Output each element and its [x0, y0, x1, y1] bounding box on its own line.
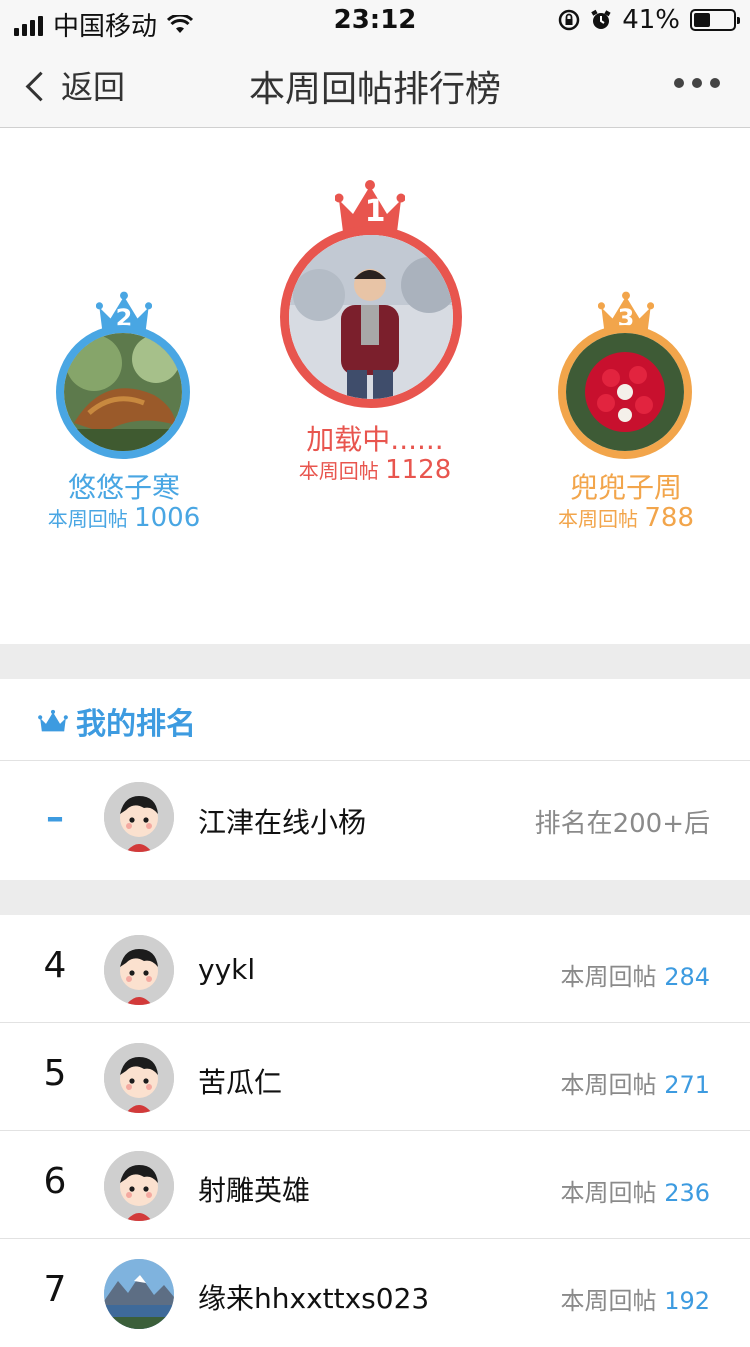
avatar	[104, 1043, 174, 1113]
rank-number: 6	[43, 1161, 67, 1202]
podium-second[interactable]: 2 悠悠子寒 本周回帖 1006	[24, 288, 224, 538]
section-divider	[0, 644, 750, 679]
post-count-label: 本周回帖	[560, 1179, 657, 1207]
post-count-label: 本周回帖	[560, 963, 657, 991]
podium-first[interactable]: 1 加载中...... 本周回帖 1128	[240, 178, 510, 498]
battery-percent: 41%	[622, 5, 680, 35]
post-count-value: 236	[664, 1179, 710, 1207]
nav-bar: 返回 本周回帖排行榜	[0, 40, 750, 128]
podium-name: 加载中......	[306, 423, 444, 456]
my-rank-row[interactable]: – 江津在线小杨 排名在200+后	[0, 761, 750, 881]
avatar	[104, 1259, 174, 1329]
user-name: yykl	[198, 953, 256, 986]
podium-count: 本周回帖 1128	[240, 455, 510, 485]
avatar	[104, 782, 174, 852]
top-three-podium: 1 加载中...... 本周回帖 1128 2 悠悠子寒 本周回帖 1006 3…	[0, 128, 750, 644]
post-count: 本周回帖 284	[561, 957, 710, 992]
post-count: 本周回帖 192	[561, 1281, 710, 1316]
more-dots-icon	[674, 78, 684, 88]
my-rank-title: 我的排名	[76, 707, 196, 742]
rank-number: 4	[43, 945, 67, 986]
my-rank-name: 江津在线小杨	[198, 806, 367, 839]
avatar	[558, 325, 692, 459]
post-count: 本周回帖 236	[561, 1173, 710, 1208]
podium-count: 本周回帖 788	[526, 503, 726, 533]
avatar	[280, 226, 462, 408]
battery-level	[694, 13, 710, 27]
battery-icon	[690, 9, 740, 31]
podium-count-value: 1006	[134, 503, 201, 533]
post-count-value: 192	[664, 1287, 710, 1315]
avatar	[56, 325, 190, 459]
rank-number: 5	[43, 1053, 67, 1094]
section-divider	[0, 880, 750, 915]
podium-count: 本周回帖 1006	[24, 503, 224, 533]
post-count: 本周回帖 271	[561, 1065, 710, 1100]
podium-rank-number: 1	[364, 194, 386, 229]
post-count-value: 271	[664, 1071, 710, 1099]
rank-number: 7	[43, 1269, 67, 1310]
list-item[interactable]: 5 苦瓜仁 本周回帖 271	[0, 1023, 750, 1131]
my-rank-number: –	[46, 797, 64, 838]
page-title: 本周回帖排行榜	[248, 69, 501, 110]
podium-name: 悠悠子寒	[67, 471, 180, 504]
post-count-label: 本周回帖	[560, 1071, 657, 1099]
list-item[interactable]: 4 yykl 本周回帖 284	[0, 915, 750, 1023]
user-name: 射雕英雄	[198, 1174, 311, 1207]
podium-name: 兜兜子周	[569, 471, 682, 504]
my-rank-header: 我的排名	[0, 679, 750, 761]
more-button[interactable]	[674, 78, 720, 88]
podium-count-value: 788	[644, 503, 694, 533]
podium-count-value: 1128	[385, 455, 452, 485]
post-count-value: 284	[664, 963, 710, 991]
status-bar: 中国移动 23:12 41%	[0, 0, 750, 42]
crown-icon	[38, 709, 68, 732]
post-count-label: 本周回帖	[560, 1287, 657, 1315]
list-item[interactable]: 6 射雕英雄 本周回帖 236	[0, 1131, 750, 1239]
user-name: 缘来hhxxttxs023	[198, 1282, 430, 1315]
avatar	[104, 1151, 174, 1221]
avatar	[104, 935, 174, 1005]
user-name: 苦瓜仁	[198, 1066, 283, 1099]
alarm-icon	[591, 9, 611, 29]
podium-count-label: 本周回帖	[47, 507, 128, 531]
list-item[interactable]: 7 缘来hhxxttxs023 本周回帖 192	[0, 1239, 750, 1347]
podium-count-label: 本周回帖	[558, 507, 638, 531]
my-rank-status: 排名在200+后	[534, 809, 710, 839]
podium-third[interactable]: 3 兜兜子周 本周回帖 788	[526, 288, 726, 538]
podium-count-label: 本周回帖	[298, 459, 379, 483]
status-right: 41%	[558, 5, 740, 35]
rotation-lock-icon	[558, 9, 580, 31]
